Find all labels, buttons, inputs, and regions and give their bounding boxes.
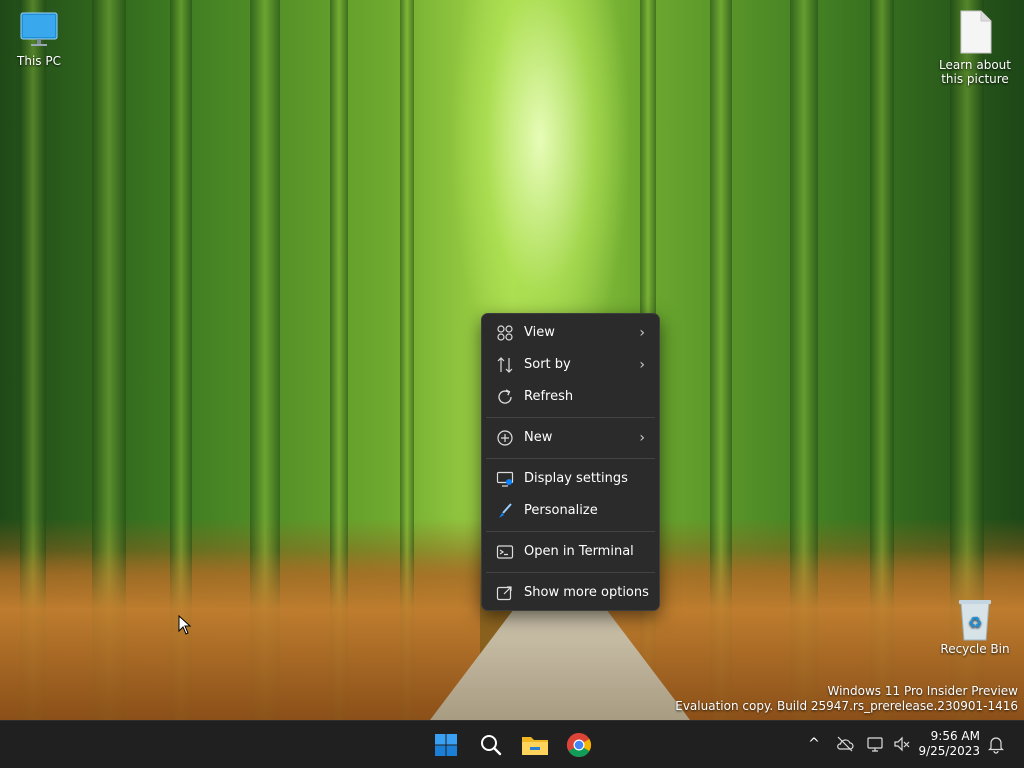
menu-item-sort-by[interactable]: Sort by ›: [486, 349, 655, 381]
share-icon: [496, 586, 512, 601]
desktop-icon-label: This PC: [17, 54, 61, 68]
menu-item-label: Personalize: [524, 503, 598, 518]
document-icon: [955, 10, 995, 54]
clock-date: 9/25/2023: [918, 744, 980, 758]
chrome-button[interactable]: [561, 727, 597, 763]
folder-icon: [522, 737, 548, 755]
chevron-right-icon: ›: [639, 430, 645, 446]
bell-icon: [988, 737, 1004, 754]
chrome-icon: [566, 733, 592, 758]
menu-item-label: Show more options: [524, 585, 649, 600]
clock-time: 9:56 AM: [930, 729, 980, 743]
desktop-icon-label: Learn about this picture: [939, 58, 1011, 86]
grid-icon: [497, 325, 513, 341]
menu-item-new[interactable]: New ›: [486, 422, 655, 454]
brush-icon: [499, 503, 512, 518]
volume-muted-icon: [894, 736, 910, 752]
menu-item-label: Display settings: [524, 471, 628, 486]
svg-text:♻: ♻: [968, 613, 982, 632]
notifications-button[interactable]: [986, 734, 1006, 754]
sort-icon: [497, 357, 513, 373]
menu-item-label: Open in Terminal: [524, 544, 634, 559]
windows-logo-icon: [435, 734, 457, 756]
menu-item-view[interactable]: View ›: [486, 317, 655, 349]
watermark-line-2: Evaluation copy. Build 25947.rs_prerelea…: [675, 699, 1018, 713]
system-clock[interactable]: 9:56 AM 9/25/2023: [918, 729, 980, 759]
volume-button[interactable]: [892, 734, 912, 754]
plus-circle-icon: [497, 430, 513, 446]
desktop-icon-label: Recycle Bin: [940, 642, 1010, 656]
menu-item-open-in-terminal[interactable]: Open in Terminal: [486, 536, 655, 568]
taskbar: ^ 9:56 AM 9/25/2023: [0, 720, 1024, 768]
chevron-up-icon: ^: [808, 736, 820, 752]
menu-item-label: New: [524, 430, 553, 445]
menu-separator: [486, 417, 655, 418]
chevron-right-icon: ›: [639, 357, 645, 373]
desktop-context-menu: View › Sort by › Refresh New › Display s…: [481, 313, 660, 611]
menu-item-display-settings[interactable]: Display settings: [486, 463, 655, 495]
menu-item-personalize[interactable]: Personalize: [486, 495, 655, 527]
display-icon: [496, 471, 514, 487]
desktop-icon-learn-about-picture[interactable]: Learn about this picture: [930, 10, 1020, 86]
search-button[interactable]: [473, 727, 509, 763]
mouse-cursor-icon: [178, 615, 192, 635]
terminal-icon: [496, 545, 514, 559]
cloud-offline-icon: [837, 736, 854, 752]
menu-separator: [486, 458, 655, 459]
onedrive-status-button[interactable]: [835, 734, 855, 754]
wallpaper-grass: [0, 550, 480, 720]
menu-separator: [486, 572, 655, 573]
network-button[interactable]: [866, 734, 886, 754]
menu-item-label: View: [524, 325, 555, 340]
network-icon: [867, 737, 883, 752]
menu-item-show-more-options[interactable]: Show more options: [486, 577, 655, 609]
desktop-icon-this-pc[interactable]: This PC: [0, 10, 84, 68]
refresh-icon: [498, 389, 512, 404]
recycle-bin-icon: ♻: [955, 598, 995, 641]
search-icon: [481, 735, 502, 756]
menu-item-refresh[interactable]: Refresh: [486, 381, 655, 413]
windows-watermark: Windows 11 Pro Insider Preview Evaluatio…: [675, 684, 1018, 714]
chevron-right-icon: ›: [639, 325, 645, 341]
menu-separator: [486, 531, 655, 532]
monitor-icon: [19, 10, 59, 50]
start-button[interactable]: [428, 727, 464, 763]
desktop-icon-recycle-bin[interactable]: ♻ Recycle Bin: [930, 598, 1020, 656]
menu-item-label: Refresh: [524, 389, 574, 404]
watermark-line-1: Windows 11 Pro Insider Preview: [827, 684, 1018, 698]
file-explorer-button[interactable]: [517, 727, 553, 763]
menu-item-label: Sort by: [524, 357, 571, 372]
show-hidden-icons-button[interactable]: ^: [804, 734, 824, 754]
